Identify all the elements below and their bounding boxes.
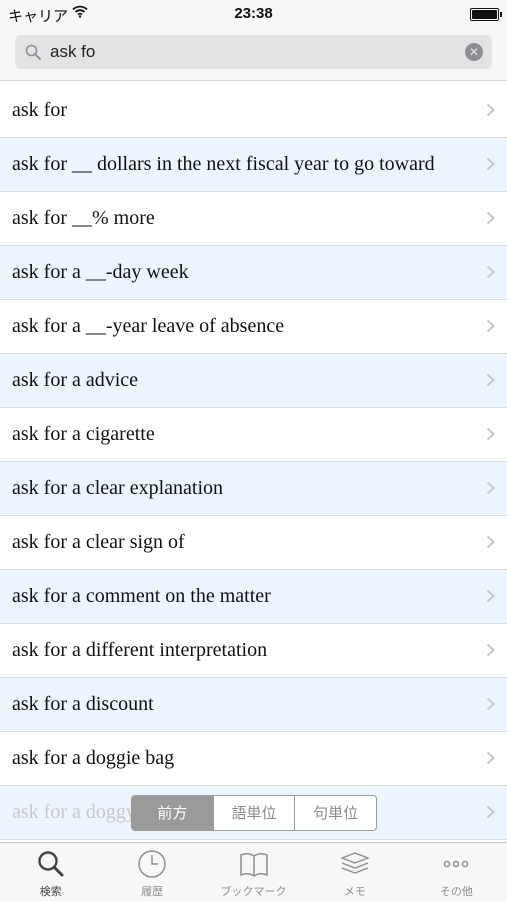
match-mode-segmented-control: 前方 語単位 句単位: [131, 795, 377, 831]
list-item-label: ask for a doggie bag: [12, 747, 175, 769]
list-item-label: ask for a discount: [12, 693, 154, 715]
list-item-label: ask for a clear sign of: [12, 531, 185, 553]
more-icon: [444, 860, 469, 868]
battery-icon: [470, 8, 502, 21]
chevron-right-icon: [486, 481, 495, 495]
stack-icon: [339, 852, 370, 874]
tab-label: 検索: [39, 885, 62, 898]
list-item-label: ask for a __-year leave of absence: [12, 315, 285, 337]
search-icon: [38, 851, 64, 877]
tab-book[interactable]: ブックマーク: [203, 843, 304, 901]
list-item-label: ask for: [12, 99, 67, 121]
list-item-label: ask for a advice: [12, 369, 139, 391]
tab-clock[interactable]: 履歴: [101, 843, 202, 901]
status-bar: キャリア 23:38: [0, 0, 507, 28]
book-icon: [239, 852, 268, 877]
list-item[interactable]: ask for a advice: [0, 354, 507, 408]
segment-option[interactable]: 前方: [132, 796, 213, 830]
status-time: 23:38: [234, 5, 273, 22]
list-item[interactable]: ask for: [0, 84, 507, 138]
list-item-label: ask for a cigarette: [12, 423, 155, 445]
result-list: ask for ask for __ dollars in the next fi…: [0, 84, 507, 842]
list-item[interactable]: ask for a comment on the matter: [0, 570, 507, 624]
search-input[interactable]: [50, 35, 440, 69]
tab-more[interactable]: その他: [406, 843, 507, 901]
search-bar: ✕: [0, 28, 507, 81]
list-item-label: ask for a comment on the matter: [12, 585, 271, 607]
chevron-right-icon: [486, 373, 495, 387]
list-item[interactable]: ask for a different interpretation: [0, 624, 507, 678]
tab-label: ブックマーク: [220, 885, 287, 898]
clear-search-icon[interactable]: ✕: [465, 43, 483, 61]
chevron-right-icon: [486, 697, 495, 711]
chevron-right-icon: [486, 319, 495, 333]
clock-icon: [138, 850, 166, 878]
list-item[interactable]: ask for a clear sign of: [0, 516, 507, 570]
chevron-right-icon: [486, 805, 495, 819]
list-item[interactable]: ask for a doggie bag: [0, 732, 507, 786]
list-item-label: ask for a __-day week: [12, 261, 189, 283]
list-item[interactable]: ask for a cigarette: [0, 408, 507, 462]
list-item-label: ask for __ dollars in the next fiscal ye…: [12, 153, 435, 175]
list-item-label: ask for a different interpretation: [12, 639, 268, 661]
tab-label: メモ: [343, 885, 366, 898]
chevron-right-icon: [486, 751, 495, 765]
chevron-right-icon: [486, 589, 495, 603]
search-field[interactable]: ✕: [15, 35, 492, 69]
list-item[interactable]: ask for a __-year leave of absence: [0, 300, 507, 354]
chevron-right-icon: [486, 157, 495, 171]
chevron-right-icon: [486, 535, 495, 549]
tab-label: その他: [439, 885, 473, 898]
segment-option[interactable]: 句単位: [294, 796, 376, 830]
tab-bar: 検索 履歴 ブックマーク メモ その他: [0, 842, 507, 901]
chevron-right-icon: [486, 643, 495, 657]
list-item[interactable]: ask for __% more: [0, 192, 507, 246]
tab-label: 履歴: [141, 885, 164, 898]
list-item[interactable]: ask for __ dollars in the next fiscal ye…: [0, 138, 507, 192]
search-icon: [25, 44, 41, 60]
chevron-right-icon: [486, 103, 495, 117]
chevron-right-icon: [486, 427, 495, 441]
list-item-label: ask for __% more: [12, 207, 155, 229]
list-item[interactable]: ask for a __-day week: [0, 246, 507, 300]
list-item[interactable]: ask for a clear explanation: [0, 462, 507, 516]
segment-option[interactable]: 語単位: [212, 796, 295, 830]
chevron-right-icon: [486, 211, 495, 225]
chevron-right-icon: [486, 265, 495, 279]
list-item[interactable]: ask for a discount: [0, 678, 507, 732]
tab-stack[interactable]: メモ: [304, 843, 405, 901]
list-item-label: ask for a clear explanation: [12, 477, 224, 499]
tab-search[interactable]: 検索: [0, 843, 101, 901]
